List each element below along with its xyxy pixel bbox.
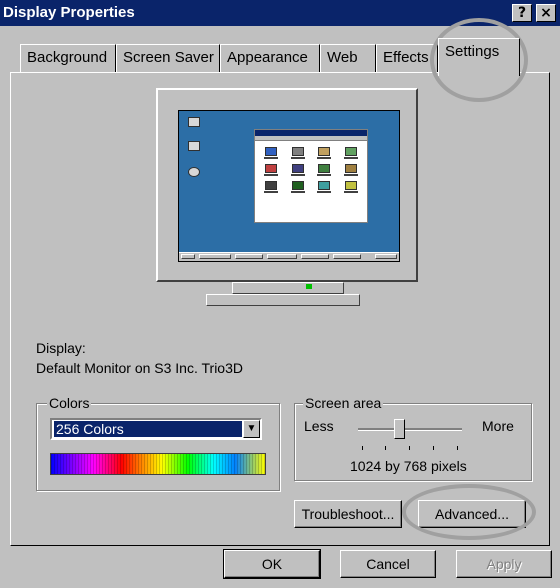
preview-taskbar	[179, 252, 399, 261]
slider-tick	[362, 446, 363, 450]
slider-tick	[409, 446, 410, 450]
preview-window	[254, 129, 368, 223]
screen-area-legend: Screen area	[303, 395, 384, 411]
advanced-button[interactable]: Advanced...	[418, 500, 526, 528]
desktop-icon	[183, 117, 205, 128]
chevron-down-icon[interactable]: ▼	[243, 420, 260, 438]
cancel-button[interactable]: Cancel	[340, 550, 436, 578]
color-palette-bar	[50, 453, 266, 475]
monitor-neck	[232, 282, 344, 294]
more-label: More	[482, 418, 514, 434]
resolution-text: 1024 by 768 pixels	[350, 458, 467, 474]
tab-appearance[interactable]: Appearance	[220, 44, 320, 72]
tab-effects[interactable]: Effects	[376, 44, 438, 72]
less-label: Less	[304, 418, 334, 434]
colors-legend: Colors	[47, 395, 92, 411]
tab-settings[interactable]: Settings	[438, 38, 520, 76]
desktop-icon	[183, 141, 205, 152]
tab-screen-saver[interactable]: Screen Saver	[116, 44, 220, 72]
monitor-preview-icon	[156, 88, 418, 282]
help-button[interactable]: ?	[512, 4, 532, 22]
colors-select[interactable]: 256 Colors ▼	[50, 418, 262, 440]
desktop-icon	[183, 167, 205, 178]
resolution-slider-track[interactable]	[358, 428, 462, 431]
slider-tick	[457, 446, 458, 450]
tab-web[interactable]: Web	[320, 44, 376, 72]
title-bar[interactable]: Display Properties ? ×	[0, 0, 560, 26]
desktop-preview	[178, 110, 400, 262]
colors-group: Colors	[36, 395, 280, 491]
tab-background[interactable]: Background	[20, 44, 116, 72]
colors-selected-value: 256 Colors	[54, 421, 242, 437]
troubleshoot-button[interactable]: Troubleshoot...	[294, 500, 402, 528]
window-title: Display Properties	[3, 4, 135, 21]
display-label: Display:	[36, 340, 86, 356]
monitor-name: Default Monitor on S3 Inc. Trio3D	[36, 360, 243, 376]
slider-tick	[433, 446, 434, 450]
apply-button[interactable]: Apply	[456, 550, 552, 578]
power-led	[306, 284, 312, 289]
ok-button[interactable]: OK	[223, 549, 321, 579]
monitor-base	[206, 294, 360, 306]
close-button[interactable]: ×	[536, 4, 556, 22]
slider-tick	[385, 446, 386, 450]
resolution-slider-thumb[interactable]	[394, 419, 406, 439]
